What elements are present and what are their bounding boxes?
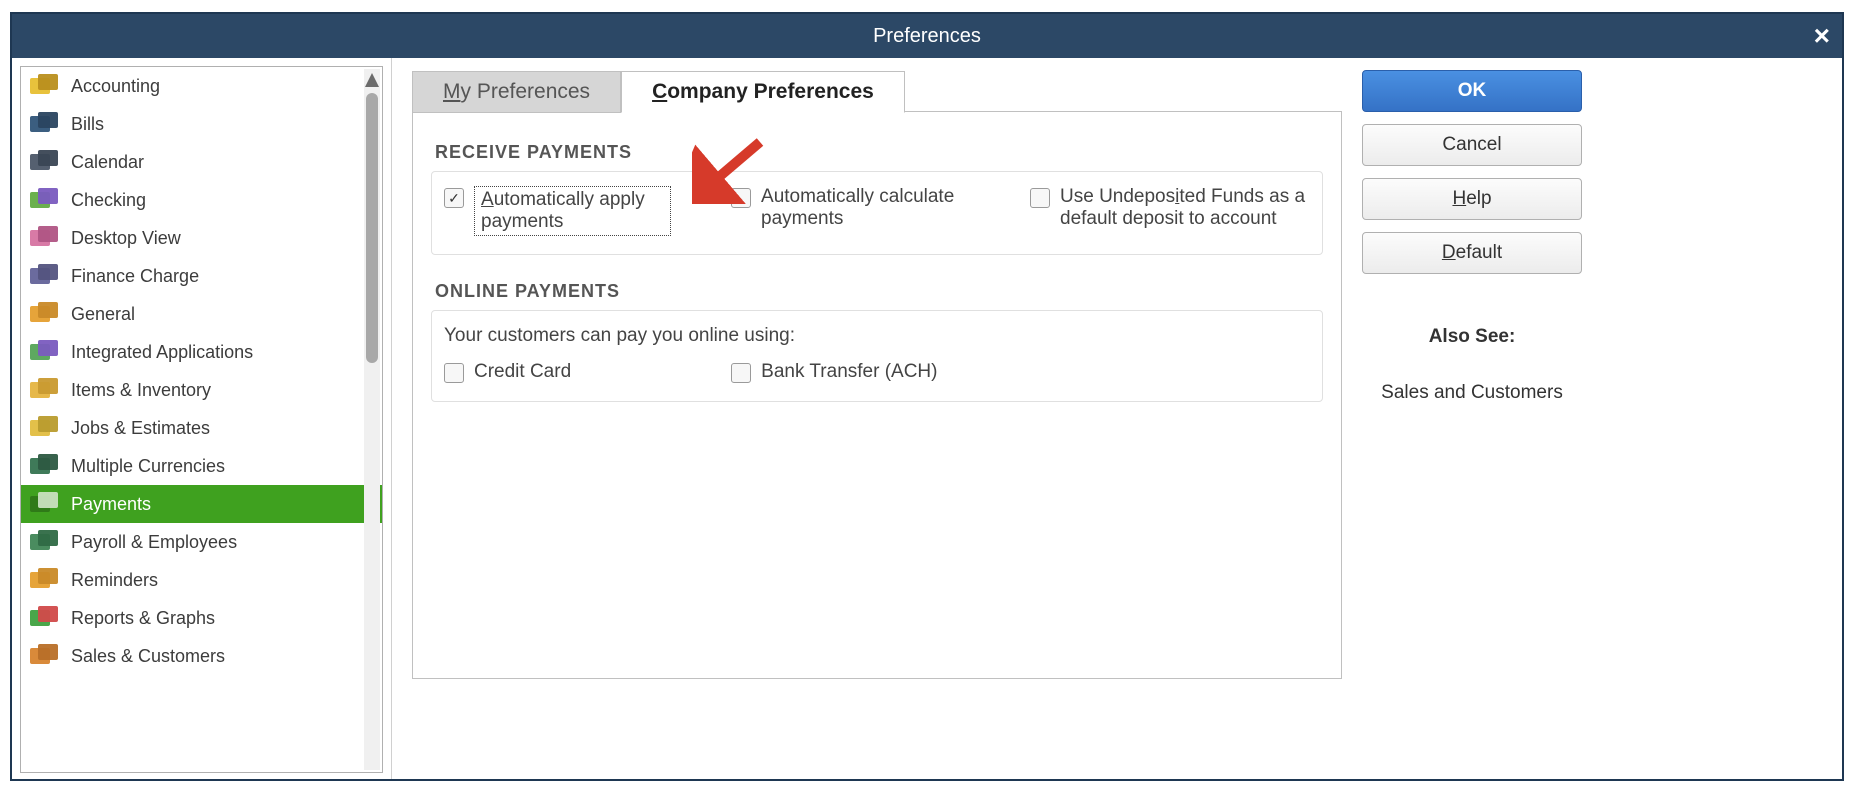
category-icon [29, 302, 61, 326]
sidebar-item-label: Integrated Applications [71, 342, 253, 363]
checkbox-undeposited-funds[interactable]: Use Undeposited Funds as a default depos… [1030, 186, 1310, 236]
sidebar-item-label: Jobs & Estimates [71, 418, 210, 439]
checkbox-auto-calculate[interactable]: Automatically calculate payments [731, 186, 970, 236]
window-body: Accounting Bills Calendar Checking Desktop V… [12, 58, 1842, 779]
scroll-thumb[interactable] [366, 93, 378, 363]
main-area: My Preferences Company Preferences RECEI… [392, 58, 1842, 779]
sidebar-item-integrated-applications[interactable]: Integrated Applications [21, 333, 382, 371]
sidebar-item-checking[interactable]: Checking [21, 181, 382, 219]
sidebar-item-reminders[interactable]: Reminders [21, 561, 382, 599]
titlebar: Preferences × [12, 14, 1842, 58]
also-see-link[interactable]: Sales and Customers [1362, 380, 1582, 406]
category-icon [29, 492, 61, 516]
checkbox-label: Use Undeposited Funds as a default depos… [1060, 186, 1310, 230]
window-title: Preferences [873, 25, 981, 48]
sidebar-item-reports-graphs[interactable]: Reports & Graphs [21, 599, 382, 637]
tab-company-preferences[interactable]: Company Preferences [621, 71, 905, 113]
content-column: My Preferences Company Preferences RECEI… [412, 70, 1342, 779]
scroll-up-icon[interactable] [365, 73, 379, 87]
category-icon [29, 150, 61, 174]
sidebar-item-label: Reminders [71, 570, 158, 591]
sidebar-item-label: Reports & Graphs [71, 608, 215, 629]
checkbox-icon[interactable] [731, 188, 751, 208]
category-icon [29, 74, 61, 98]
category-icon [29, 454, 61, 478]
checkbox-credit-card[interactable]: Credit Card [444, 361, 571, 383]
category-icon [29, 530, 61, 554]
checkbox-icon[interactable] [444, 363, 464, 383]
checkbox-label: Credit Card [474, 361, 571, 383]
sidebar-item-label: Calendar [71, 152, 144, 173]
checkbox-label: Bank Transfer (ACH) [761, 361, 937, 383]
tab-strip: My Preferences Company Preferences [412, 70, 1342, 112]
sidebar-container: Accounting Bills Calendar Checking Desktop V… [12, 58, 392, 779]
category-icon [29, 606, 61, 630]
online-payments-group: Your customers can pay you online using:… [431, 310, 1323, 402]
category-icon [29, 226, 61, 250]
preferences-window: Preferences × Accounting Bills Calendar Che… [10, 12, 1844, 781]
category-icon [29, 568, 61, 592]
sidebar-item-label: Checking [71, 190, 146, 211]
online-payments-description: Your customers can pay you online using: [444, 325, 1310, 347]
sidebar-item-label: Desktop View [71, 228, 181, 249]
cancel-button[interactable]: Cancel [1362, 124, 1582, 166]
sidebar-item-items-inventory[interactable]: Items & Inventory [21, 371, 382, 409]
help-button[interactable]: Help [1362, 178, 1582, 220]
sidebar-item-label: Multiple Currencies [71, 456, 225, 477]
checkbox-icon[interactable] [1030, 188, 1050, 208]
also-see-heading: Also See: [1362, 326, 1582, 348]
default-button[interactable]: Default [1362, 232, 1582, 274]
category-sidebar: Accounting Bills Calendar Checking Desktop V… [20, 66, 383, 773]
receive-payments-group: ✓ Automatically apply payments Automatic… [431, 171, 1323, 255]
category-icon [29, 644, 61, 668]
checkbox-auto-apply[interactable]: ✓ Automatically apply payments [444, 186, 671, 236]
sidebar-item-finance-charge[interactable]: Finance Charge [21, 257, 382, 295]
sidebar-item-label: Finance Charge [71, 266, 199, 287]
preferences-panel: RECEIVE PAYMENTS ✓ Automatically apply p… [412, 111, 1342, 679]
online-payments-heading: ONLINE PAYMENTS [435, 281, 1323, 302]
checkbox-icon[interactable]: ✓ [444, 188, 464, 208]
category-icon [29, 416, 61, 440]
category-icon [29, 378, 61, 402]
sidebar-item-calendar[interactable]: Calendar [21, 143, 382, 181]
sidebar-item-label: Payments [71, 494, 151, 515]
category-icon [29, 340, 61, 364]
sidebar-item-general[interactable]: General [21, 295, 382, 333]
sidebar-item-jobs-estimates[interactable]: Jobs & Estimates [21, 409, 382, 447]
category-icon [29, 188, 61, 212]
sidebar-item-sales-customers[interactable]: Sales & Customers [21, 637, 382, 675]
receive-payments-heading: RECEIVE PAYMENTS [435, 142, 1323, 163]
sidebar-item-label: Sales & Customers [71, 646, 225, 667]
checkbox-icon[interactable] [731, 363, 751, 383]
sidebar-item-label: Accounting [71, 76, 160, 97]
checkbox-label: Automatically apply payments [474, 186, 671, 236]
sidebar-item-label: Payroll & Employees [71, 532, 237, 553]
button-column: OK Cancel Help Default Also See: Sales a… [1362, 70, 1582, 779]
checkbox-label: Automatically calculate payments [761, 186, 970, 230]
checkbox-bank-transfer[interactable]: Bank Transfer (ACH) [731, 361, 937, 383]
sidebar-item-label: General [71, 304, 135, 325]
category-icon [29, 112, 61, 136]
category-icon [29, 264, 61, 288]
sidebar-item-multiple-currencies[interactable]: Multiple Currencies [21, 447, 382, 485]
ok-button[interactable]: OK [1362, 70, 1582, 112]
sidebar-item-payroll-employees[interactable]: Payroll & Employees [21, 523, 382, 561]
sidebar-item-bills[interactable]: Bills [21, 105, 382, 143]
sidebar-item-payments[interactable]: Payments [21, 485, 382, 523]
sidebar-item-label: Bills [71, 114, 104, 135]
close-icon[interactable]: × [1814, 14, 1830, 58]
sidebar-item-accounting[interactable]: Accounting [21, 67, 382, 105]
category-list: Accounting Bills Calendar Checking Desktop V… [21, 67, 382, 675]
sidebar-item-desktop-view[interactable]: Desktop View [21, 219, 382, 257]
tab-my-preferences[interactable]: My Preferences [412, 71, 621, 113]
sidebar-scrollbar[interactable] [364, 69, 380, 770]
sidebar-item-label: Items & Inventory [71, 380, 211, 401]
